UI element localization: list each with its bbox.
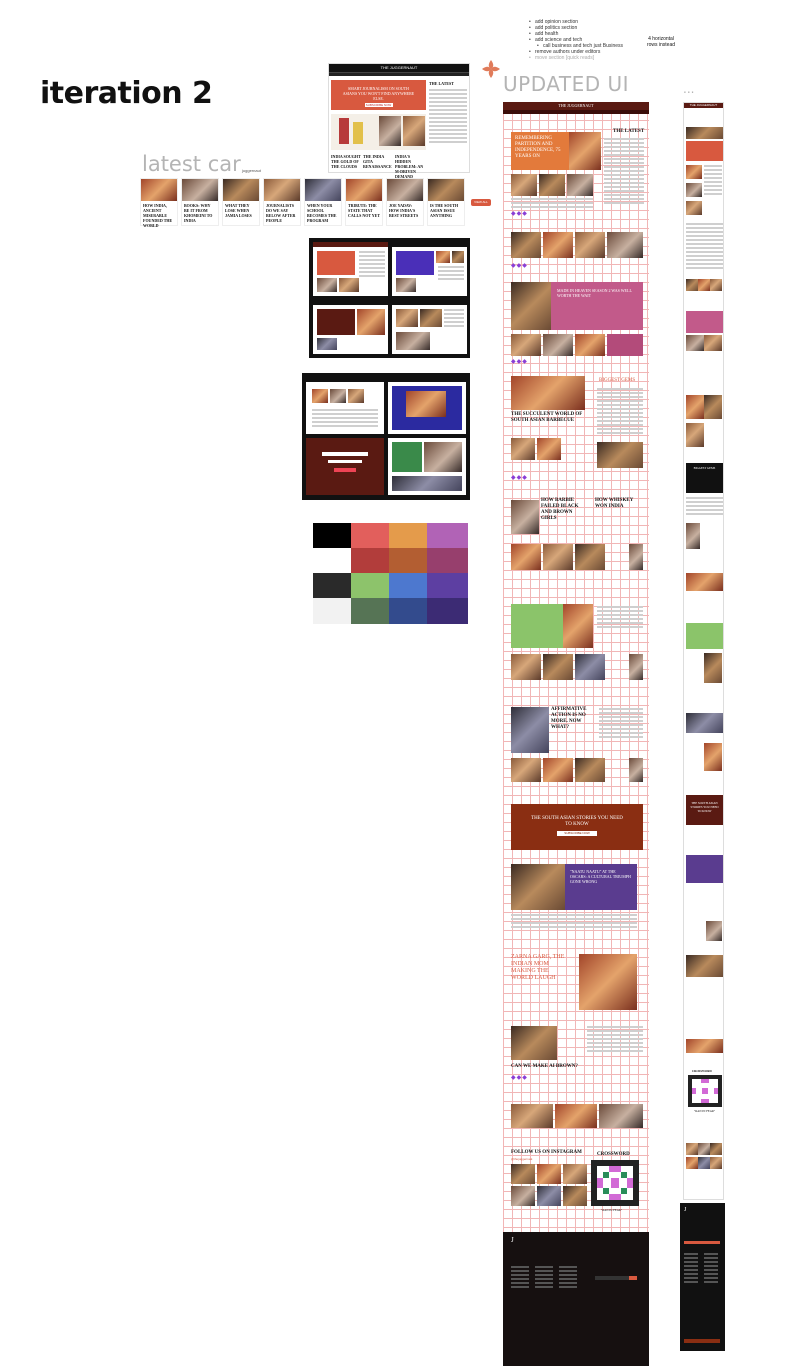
zarna-headline[interactable]: ZARNA GARG, THE INDIAN MOM MAKING THE WO… — [511, 954, 571, 982]
latest-carousel[interactable]: HOW INDIA, ANCIENT MISERABLE FOUNDED THE… — [140, 178, 466, 228]
crossword-grid[interactable] — [591, 1160, 639, 1206]
biggest-gems-heading: BIGGEST GEMS — [599, 378, 636, 383]
whiskey-headline[interactable]: HOW WHISKEY WON INDIA — [595, 498, 643, 510]
mobile-crossword-heading: CROSSWORD — [692, 1069, 712, 1073]
carousel-card[interactable]: BOOKS: WHY BE IT FROM KHOMEINI TO INDIA — [181, 178, 219, 226]
mockup-caption[interactable]: INDIA'S HIDDEN PROBLEM: AN M-DRIVEN DEMA… — [395, 154, 425, 179]
mockup-frame[interactable] — [388, 377, 466, 434]
mockup-latest-list — [429, 89, 467, 145]
made-in-heaven-image[interactable] — [511, 282, 551, 330]
carousel-card[interactable]: JOE YADAV: HOW INDIA'S BEST STREETS — [386, 178, 424, 226]
design-notes: add opinion section add politics section… — [529, 19, 623, 61]
horizontal-rows-note: 4 horizontal rows instead — [646, 36, 676, 48]
carousel-view-all-button[interactable]: VIEW ALL — [471, 199, 491, 206]
mockup-caption[interactable]: INDIA SOUGHT THE GOLD OF THE CLOUDS — [331, 154, 361, 169]
mockup-frame[interactable] — [392, 300, 467, 354]
mobile-footer-logo[interactable]: J — [680, 1203, 725, 1217]
carousel-card[interactable]: WHAT THEY LOSE WHEN JAMIA LOSES — [222, 178, 260, 226]
green-feature-card[interactable] — [511, 604, 563, 648]
mockup-brand: THE JUGGERNAUT — [329, 64, 469, 72]
latest-list — [604, 138, 644, 206]
mockup-frame[interactable] — [313, 242, 388, 296]
mockup-frame[interactable] — [306, 377, 384, 434]
zarna-image[interactable] — [579, 954, 637, 1010]
footer-signup-button[interactable] — [629, 1276, 637, 1280]
mockup-hero[interactable]: SMART JOURNALISM ON SOUTH ASIANS YOU WON… — [331, 80, 426, 110]
frame-menu-dots[interactable]: ... — [683, 82, 694, 96]
updated-ui-brand: THE JUGGERNAUT — [503, 102, 649, 110]
affirmative-headline[interactable]: AFFIRMATIVE ACTION IS NO MORE. NOW WHAT? — [551, 707, 595, 731]
carousel-card[interactable]: IS THE SOUTH ASIAN ISSUE ANYTHING — [427, 178, 465, 226]
note-item: move section [quick reads] — [529, 55, 623, 61]
mobile-brand: THE JUGGERNAUT — [684, 103, 723, 108]
updated-ui-label: UPDATED UI — [503, 72, 630, 96]
promo-banner[interactable]: THE SOUTH ASIAN STORIES YOU NEED TO KNOW… — [511, 804, 643, 850]
mobile-promo[interactable]: THE SOUTH ASIAN STORIES YOU NEED TO KNOW — [686, 795, 723, 825]
flower-ornament-icon — [482, 60, 500, 78]
mobile-gems-card[interactable]: BIGGEST GEMS — [686, 463, 723, 493]
food-feature-image[interactable] — [511, 376, 585, 410]
mockup-grid-1[interactable] — [309, 238, 470, 358]
barbie-headline[interactable]: HOW BARBIE FAILED BLACK AND BROWN GIRLS — [541, 498, 585, 522]
mockup-frame[interactable] — [313, 300, 388, 354]
ai-brown-headline[interactable]: CAN WE MAKE AI BROWN? — [511, 1064, 578, 1069]
carousel-card[interactable]: JOURNALISTS DO WE SAY BELOW AFTER PEOPLE — [263, 178, 301, 226]
hero-image[interactable] — [569, 132, 601, 170]
instagram-handle[interactable]: @thejuggernaut — [511, 1157, 532, 1161]
mockup-hero-cta[interactable]: SUBSCRIBE NOW — [364, 103, 393, 107]
mobile-frame[interactable]: THE JUGGERNAUT BIGGEST GEMS THE SOUTH AS… — [683, 102, 724, 1200]
mockup-caption[interactable]: THE INDIA GITA RENAISSANCE — [363, 154, 393, 169]
mockup-product-row — [331, 114, 426, 150]
mockup-nav — [329, 72, 469, 76]
carousel-card[interactable]: HOW INDIA, ANCIENT MISERABLE FOUNDED THE… — [140, 178, 178, 228]
made-in-heaven-card[interactable]: MADE IN HEAVEN SEASON 2 WAS WELL WORTH T… — [551, 282, 643, 330]
updated-ui-frame[interactable]: THE JUGGERNAUT REMEMBERING PARTITION AND… — [503, 102, 649, 1366]
crossword-heading: CROSSWORD — [597, 1152, 630, 1157]
updated-ui-footer: J — [503, 1232, 649, 1366]
food-feature-headline[interactable]: THE SUCCULENT WORLD OF SOUTH ASIAN BARBE… — [511, 412, 585, 424]
mockup-homepage-top[interactable]: THE JUGGERNAUT SMART JOURNALISM ON SOUTH… — [328, 63, 470, 179]
mobile-crossword-grid[interactable] — [688, 1075, 722, 1107]
mockup-hero-headline: SMART JOURNALISM ON SOUTH ASIANS YOU WON… — [342, 86, 415, 101]
mockup-latest-title: THE LATEST — [429, 81, 454, 86]
updated-ui-nav — [503, 110, 649, 114]
latest-car-label: latest car — [142, 152, 241, 176]
mockup-grid-2[interactable] — [302, 373, 470, 500]
crossword-clue: "RAN IN FEAR" — [601, 1208, 623, 1212]
footer-logo[interactable]: J — [503, 1232, 649, 1248]
color-palette — [313, 523, 468, 624]
pagination-dots[interactable]: ◆◆◆ — [511, 210, 528, 217]
carousel-chip: juggernaut — [242, 168, 261, 173]
carousel-card[interactable]: WHEN YOUR SCHOOL BECOMES THE PROGRAM — [304, 178, 342, 226]
promo-subscribe-button[interactable]: SUBSCRIBE NOW — [557, 831, 597, 836]
mockup-frame[interactable] — [306, 438, 384, 495]
mockup-frame[interactable] — [388, 438, 466, 495]
hero-card[interactable]: REMEMBERING PARTITION AND INDEPENDENCE, … — [511, 132, 569, 170]
mobile-footer-signup[interactable] — [684, 1241, 720, 1244]
carousel-card[interactable]: TRIBUTE: THE STATE THAT CALLS NOT YET — [345, 178, 383, 226]
mockup-frame[interactable] — [392, 242, 467, 296]
iteration-title: iteration 2 — [40, 76, 213, 111]
latest-heading: THE LATEST — [613, 129, 645, 134]
mobile-crossword-clue: "RAN IN FEAR" — [694, 1109, 716, 1113]
mobile-footer: J — [680, 1203, 725, 1351]
naatu-card[interactable]: "NAATU NAATU" AT THE OSCARS: A CULTURAL … — [565, 864, 637, 910]
instagram-heading: FOLLOW US ON INSTAGRAM — [511, 1150, 582, 1155]
